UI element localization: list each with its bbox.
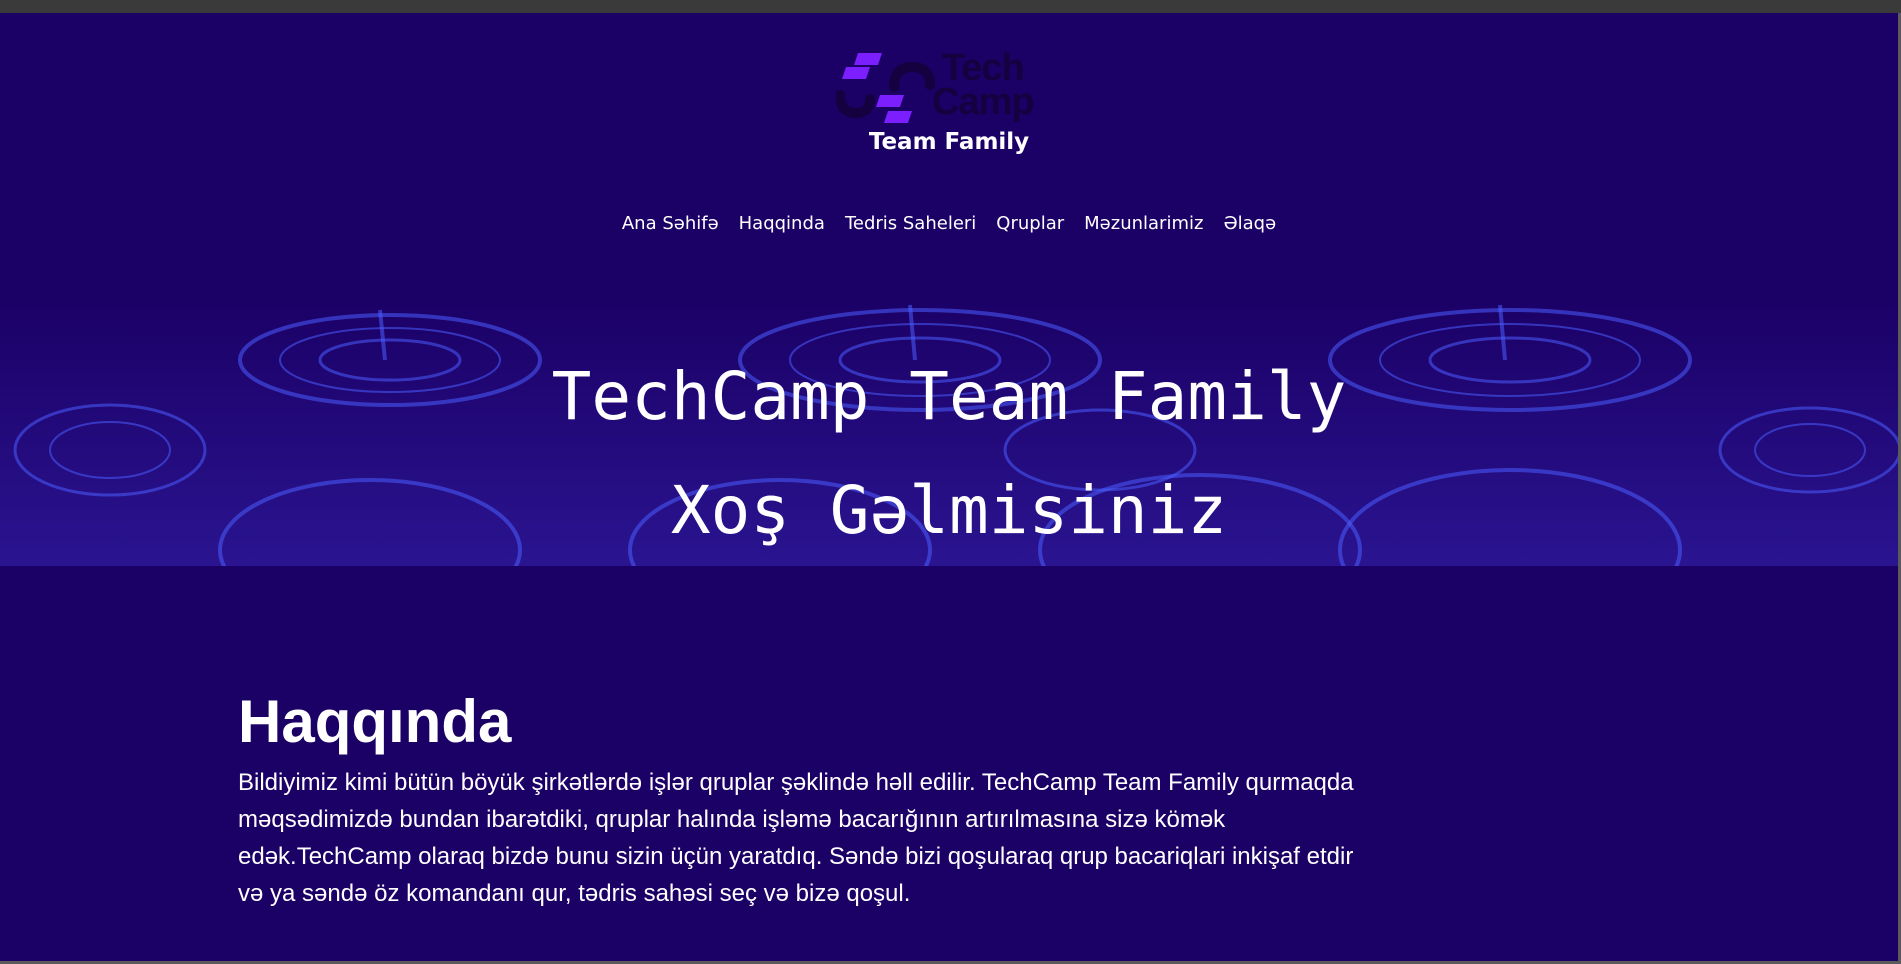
nav-item-graduates[interactable]: Məzunlarimiz	[1074, 213, 1213, 234]
main-nav: Ana Səhifə Haqqinda Tedris Saheleri Qrup…	[0, 213, 1898, 234]
logo-wordmark-tech: Tech	[941, 47, 1025, 89]
brand-subtitle: Team Family	[868, 129, 1030, 155]
logo-wordmark: Tech Camp	[932, 47, 1035, 123]
nav-item-contact[interactable]: Əlaqə	[1213, 213, 1286, 234]
about-section: Haqqında Bildiyimiz kimi bütün böyük şir…	[238, 686, 1358, 912]
nav-item-groups[interactable]: Qruplar	[986, 213, 1074, 234]
logo-wordmark-camp: Camp	[932, 81, 1035, 123]
hero-welcome: Xoş Gəlmisiniz	[670, 472, 1228, 549]
about-body: Bildiyimiz kimi bütün böyük şirkətlərdə …	[238, 769, 1354, 907]
hero-title: TechCamp Team Family	[551, 358, 1347, 435]
nav-item-home[interactable]: Ana Səhifə	[612, 213, 729, 234]
browser-top-bar	[0, 0, 1901, 13]
nav-item-about[interactable]: Haqqinda	[729, 213, 835, 234]
hero-banner: TechCamp Team Family Xoş Gəlmisiniz	[0, 300, 1898, 566]
about-heading: Haqqında	[238, 688, 512, 755]
nav-item-courses[interactable]: Tedris Saheleri	[835, 213, 986, 234]
